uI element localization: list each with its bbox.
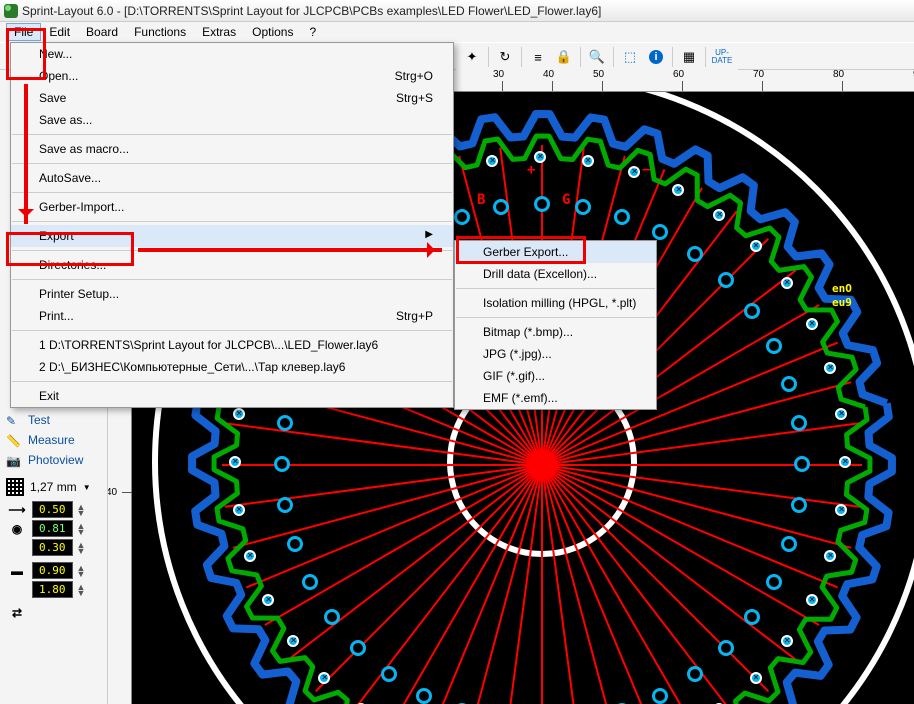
measure-icon: 📏 — [6, 434, 22, 446]
info-icon[interactable]: i — [644, 46, 668, 68]
ruler-tick: 40 — [108, 487, 117, 498]
silk-text: G — [562, 192, 570, 208]
align-icon[interactable]: ≡ — [526, 46, 550, 68]
stepper-icon[interactable]: ▲▼ — [77, 584, 87, 596]
pad-outer-row[interactable]: ◉ 0.81 ▲▼ — [0, 519, 107, 538]
menu-recent-2[interactable]: 2 D:\_БИЗНЕС\Компьютерные_Сети\...\Тар к… — [11, 356, 453, 378]
silk-minus: − — [642, 162, 650, 178]
annotation-box-1 — [6, 28, 46, 80]
update-button[interactable]: UP- DATE — [710, 46, 734, 68]
silk-label: enO — [832, 282, 852, 295]
silk-plus: + — [527, 162, 535, 178]
test-icon: ✎ — [6, 414, 22, 426]
sidebar-photoview[interactable]: 📷 Photoview — [0, 450, 107, 470]
ruler-tick: 30 — [493, 70, 504, 80]
pad-outer-value: 0.81 — [32, 520, 73, 537]
pattern-icon[interactable]: ▦ — [677, 46, 701, 68]
lock-icon[interactable]: 🔒 — [552, 46, 576, 68]
menu-print[interactable]: Print...Strg+P — [11, 305, 453, 327]
right-toolbar: ✦ ↻ ≡ 🔒 🔍 ⬚ i ▦ UP- DATE — [456, 44, 738, 70]
annotation-box-3 — [456, 236, 586, 264]
silk-text: B — [477, 192, 485, 208]
ruler-tick: 70 — [753, 70, 764, 80]
stepper-icon[interactable]: ▲▼ — [77, 542, 87, 554]
ruler-tick: 80 — [833, 70, 844, 80]
menu-functions[interactable]: Functions — [126, 23, 194, 41]
chevron-down-icon[interactable]: ▼ — [83, 483, 91, 492]
smd-height-value: 1.80 — [32, 581, 73, 598]
menu-bmp-export[interactable]: Bitmap (*.bmp)... — [455, 321, 656, 343]
silk-label: eu9 — [832, 296, 852, 309]
ruler-tick: 40 — [543, 70, 554, 80]
menu-gif-export[interactable]: GIF (*.gif)... — [455, 365, 656, 387]
menu-saveas[interactable]: Save as... — [11, 109, 453, 131]
smd-icon: ▬ — [6, 564, 28, 578]
sidebar-photoview-label: Photoview — [28, 453, 83, 467]
sidebar-measure[interactable]: 📏 Measure — [0, 430, 107, 450]
pad-inner-row[interactable]: 0.30 ▲▼ — [0, 538, 107, 557]
menu-save[interactable]: SaveStrg+S — [11, 87, 453, 109]
menu-exit[interactable]: Exit — [11, 385, 453, 407]
tool-icon-1[interactable]: ✦ — [460, 46, 484, 68]
menu-printersetup[interactable]: Printer Setup... — [11, 283, 453, 305]
trace-width-icon: ⟶ — [6, 503, 28, 517]
pad-icon: ◉ — [6, 522, 28, 536]
trace-width-value: 0.50 — [32, 501, 73, 518]
grid-value: 1,27 mm — [30, 480, 77, 494]
rotate-icon[interactable]: ↻ — [493, 46, 517, 68]
menu-help[interactable]: ? — [301, 23, 324, 41]
ruler-tick: 60 — [673, 70, 684, 80]
annotation-box-2 — [6, 232, 134, 266]
export-submenu[interactable]: Gerber Export... Drill data (Excellon)..… — [454, 240, 657, 410]
menu-board[interactable]: Board — [78, 23, 126, 41]
swap-row[interactable]: ⇄ — [0, 605, 107, 621]
swap-icon: ⇄ — [6, 606, 28, 620]
menu-gerberimport[interactable]: Gerber-Import... — [11, 196, 453, 218]
smd-width-value: 0.90 — [32, 562, 73, 579]
menu-open[interactable]: Open...Strg+O — [11, 65, 453, 87]
ruler-tick: 50 — [593, 70, 604, 80]
menu-options[interactable]: Options — [244, 23, 301, 41]
stepper-icon[interactable]: ▲▼ — [77, 523, 87, 535]
menu-jpg-export[interactable]: JPG (*.jpg)... — [455, 343, 656, 365]
stepper-icon[interactable]: ▲▼ — [77, 504, 87, 516]
menu-emf-export[interactable]: EMF (*.emf)... — [455, 387, 656, 409]
menu-edit[interactable]: Edit — [41, 23, 78, 41]
annotation-arrow-right — [138, 248, 442, 252]
menu-autosave[interactable]: AutoSave... — [11, 167, 453, 189]
app-icon — [4, 4, 18, 18]
submenu-arrow-icon: ▶ — [425, 229, 433, 243]
smd-width-row[interactable]: ▬ 0.90 ▲▼ — [0, 561, 107, 580]
grid-control[interactable]: 1,27 mm ▼ — [0, 470, 107, 500]
sidebar-test[interactable]: ✎ Test — [0, 410, 107, 430]
menu-recent-1[interactable]: 1 D:\TORRENTS\Sprint Layout for JLCPCB\.… — [11, 334, 453, 356]
menu-new[interactable]: New... — [11, 43, 453, 65]
camera-icon: 📷 — [6, 454, 22, 466]
file-menu-dropdown[interactable]: New... Open...Strg+O SaveStrg+S Save as.… — [10, 42, 454, 408]
grid-icon — [6, 478, 24, 496]
window-title: Sprint-Layout 6.0 - [D:\TORRENTS\Sprint … — [22, 4, 601, 18]
sidebar-test-label: Test — [28, 413, 50, 427]
menu-savemacro[interactable]: Save as macro... — [11, 138, 453, 160]
menu-extras[interactable]: Extras — [194, 23, 244, 41]
trace-width-row[interactable]: ⟶ 0.50 ▲▼ — [0, 500, 107, 519]
menubar[interactable]: File Edit Board Functions Extras Options… — [0, 22, 914, 42]
select-icon[interactable]: ⬚ — [618, 46, 642, 68]
stepper-icon[interactable]: ▲▼ — [77, 565, 87, 577]
sidebar-measure-label: Measure — [28, 433, 75, 447]
menu-isolation-export[interactable]: Isolation milling (HPGL, *.plt) — [455, 292, 656, 314]
annotation-arrow-down — [24, 84, 28, 224]
zoom-icon[interactable]: 🔍 — [585, 46, 609, 68]
smd-height-row[interactable]: 1.80 ▲▼ — [0, 580, 107, 599]
titlebar: Sprint-Layout 6.0 - [D:\TORRENTS\Sprint … — [0, 0, 914, 22]
menu-drill-export[interactable]: Drill data (Excellon)... — [455, 263, 656, 285]
pad-inner-value: 0.30 — [32, 539, 73, 556]
